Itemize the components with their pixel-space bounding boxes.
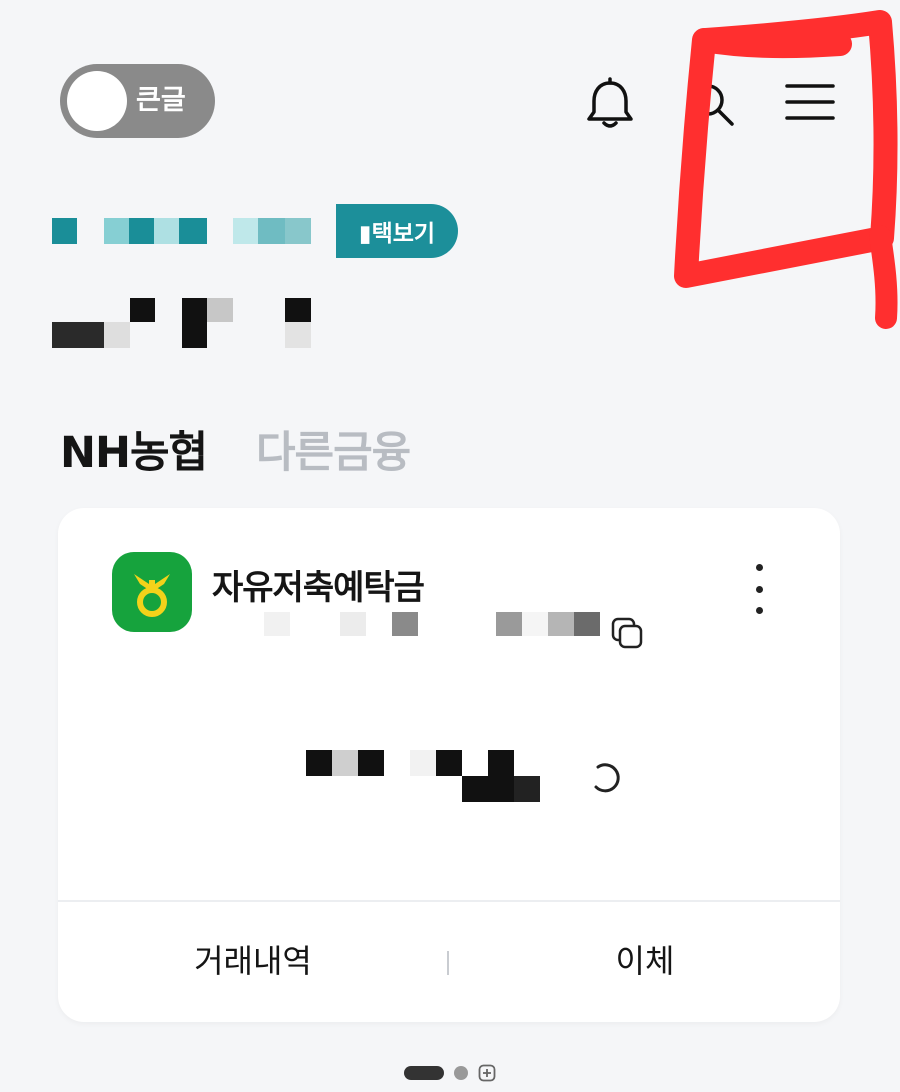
copy-icon[interactable] xyxy=(610,616,644,650)
toggle-label: 큰글 xyxy=(136,85,186,116)
account-name: 자유저축예탁금 xyxy=(212,568,425,608)
view-detail-button[interactable]: ▮택보기 xyxy=(336,204,458,258)
add-card-icon[interactable] xyxy=(478,1064,496,1082)
pager-dot[interactable] xyxy=(454,1066,468,1080)
card-pager xyxy=(404,1064,496,1082)
account-card[interactable]: 자유저축예탁금 거래내역 이체 xyxy=(58,508,840,1022)
pager-dot-active[interactable] xyxy=(404,1066,444,1080)
toggle-knob xyxy=(67,71,127,131)
action-separator xyxy=(447,951,449,975)
more-options-icon[interactable] xyxy=(744,564,774,614)
large-text-toggle[interactable]: 큰글 xyxy=(60,64,215,138)
transaction-history-button[interactable]: 거래내역 xyxy=(58,900,448,1022)
tab-nh[interactable]: NH농협 xyxy=(60,418,208,480)
menu-icon[interactable] xyxy=(782,76,838,128)
refresh-icon[interactable] xyxy=(590,761,624,795)
tab-other-finance[interactable]: 다른금융 xyxy=(256,418,411,480)
transfer-button[interactable]: 이체 xyxy=(450,900,840,1022)
bell-icon[interactable] xyxy=(582,76,638,132)
red-annotation-box xyxy=(674,10,898,329)
view-detail-label: ▮택보기 xyxy=(358,221,436,247)
search-icon[interactable] xyxy=(684,76,740,132)
nh-logo-icon xyxy=(112,552,192,632)
